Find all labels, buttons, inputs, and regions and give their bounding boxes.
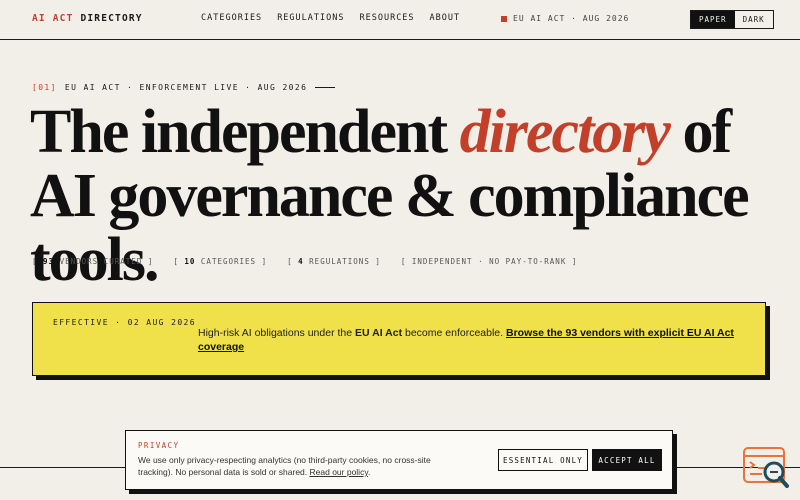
logo-text: DIRECTORY	[80, 13, 143, 24]
cookie-text-body: We use only privacy-respecting analytics…	[138, 455, 431, 477]
status-indicator: EU AI ACT · AUG 2026	[501, 14, 629, 23]
site-header: AI ACT DIRECTORY CATEGORIES REGULATIONS …	[0, 0, 800, 40]
nav-categories[interactable]: CATEGORIES	[201, 13, 262, 23]
stat-categories-label: CATEGORIES	[200, 257, 257, 266]
cookie-text-end: .	[367, 467, 371, 477]
widget-graphic	[743, 447, 789, 488]
eyebrow-text: EU AI ACT · ENFORCEMENT LIVE · AUG 2026	[64, 83, 308, 92]
headline-emphasis: directory	[459, 98, 671, 166]
cookie-title: PRIVACY	[138, 441, 180, 450]
stat-regulations-num: 4	[298, 257, 304, 266]
site-logo[interactable]: AI ACT DIRECTORY	[32, 13, 143, 24]
banner-msg-mid: become enforceable.	[402, 327, 506, 339]
nav-resources[interactable]: RESOURCES	[359, 13, 414, 23]
stat-vendors-num: 93	[43, 257, 55, 266]
headline-pre: The independent	[30, 98, 460, 166]
stat-regulations-label: REGULATIONS	[309, 257, 370, 266]
cookie-text: We use only privacy-respecting analytics…	[138, 454, 468, 478]
nav-regulations[interactable]: REGULATIONS	[277, 13, 344, 23]
enforcement-banner: EFFECTIVE · 02 AUG 2026 High-risk AI obl…	[32, 302, 766, 376]
banner-message: High-risk AI obligations under the EU AI…	[198, 326, 738, 354]
status-text: EU AI ACT · AUG 2026	[513, 14, 630, 23]
stat-independent-label: INDEPENDENT · NO PAY-TO-RANK	[411, 257, 567, 266]
stat-vendors-label: VENDORS CURATED	[59, 257, 143, 266]
eyebrow-rule	[315, 87, 336, 88]
stats-row: [ 93 VENDORS CURATED ] [ 10 CATEGORIES ]…	[32, 257, 577, 266]
stat-regulations: [ 4 REGULATIONS ]	[287, 257, 381, 266]
theme-paper-button[interactable]: PAPER	[691, 11, 735, 28]
stat-vendors: [ 93 VENDORS CURATED ]	[32, 257, 154, 266]
main-nav: CATEGORIES REGULATIONS RESOURCES ABOUT	[201, 13, 460, 23]
stat-independent: [ INDEPENDENT · NO PAY-TO-RANK ]	[400, 257, 578, 266]
status-dot-icon	[501, 15, 507, 22]
banner-msg-bold: EU AI Act	[355, 327, 403, 339]
accept-all-button[interactable]: ACCEPT ALL	[592, 449, 662, 471]
stat-categories: [ 10 CATEGORIES ]	[173, 257, 268, 266]
privacy-policy-link[interactable]: Read our policy	[310, 467, 368, 477]
eyebrow-index: [01]	[32, 83, 57, 92]
essential-only-button[interactable]: ESSENTIAL ONLY	[498, 449, 588, 471]
search-doc-icon[interactable]	[742, 446, 790, 490]
theme-dark-button[interactable]: DARK	[734, 11, 773, 28]
banner-label: EFFECTIVE · 02 AUG 2026	[53, 318, 196, 327]
theme-toggle: PAPER DARK	[690, 10, 774, 29]
stat-categories-num: 10	[184, 257, 196, 266]
nav-about[interactable]: ABOUT	[430, 13, 461, 23]
banner-msg-pre: High-risk AI obligations under the	[198, 327, 356, 339]
logo-accent: AI ACT	[32, 13, 74, 24]
cookie-consent: PRIVACY We use only privacy-respecting a…	[125, 430, 673, 490]
hero-eyebrow: [01] EU AI ACT · ENFORCEMENT LIVE · AUG …	[32, 83, 336, 92]
